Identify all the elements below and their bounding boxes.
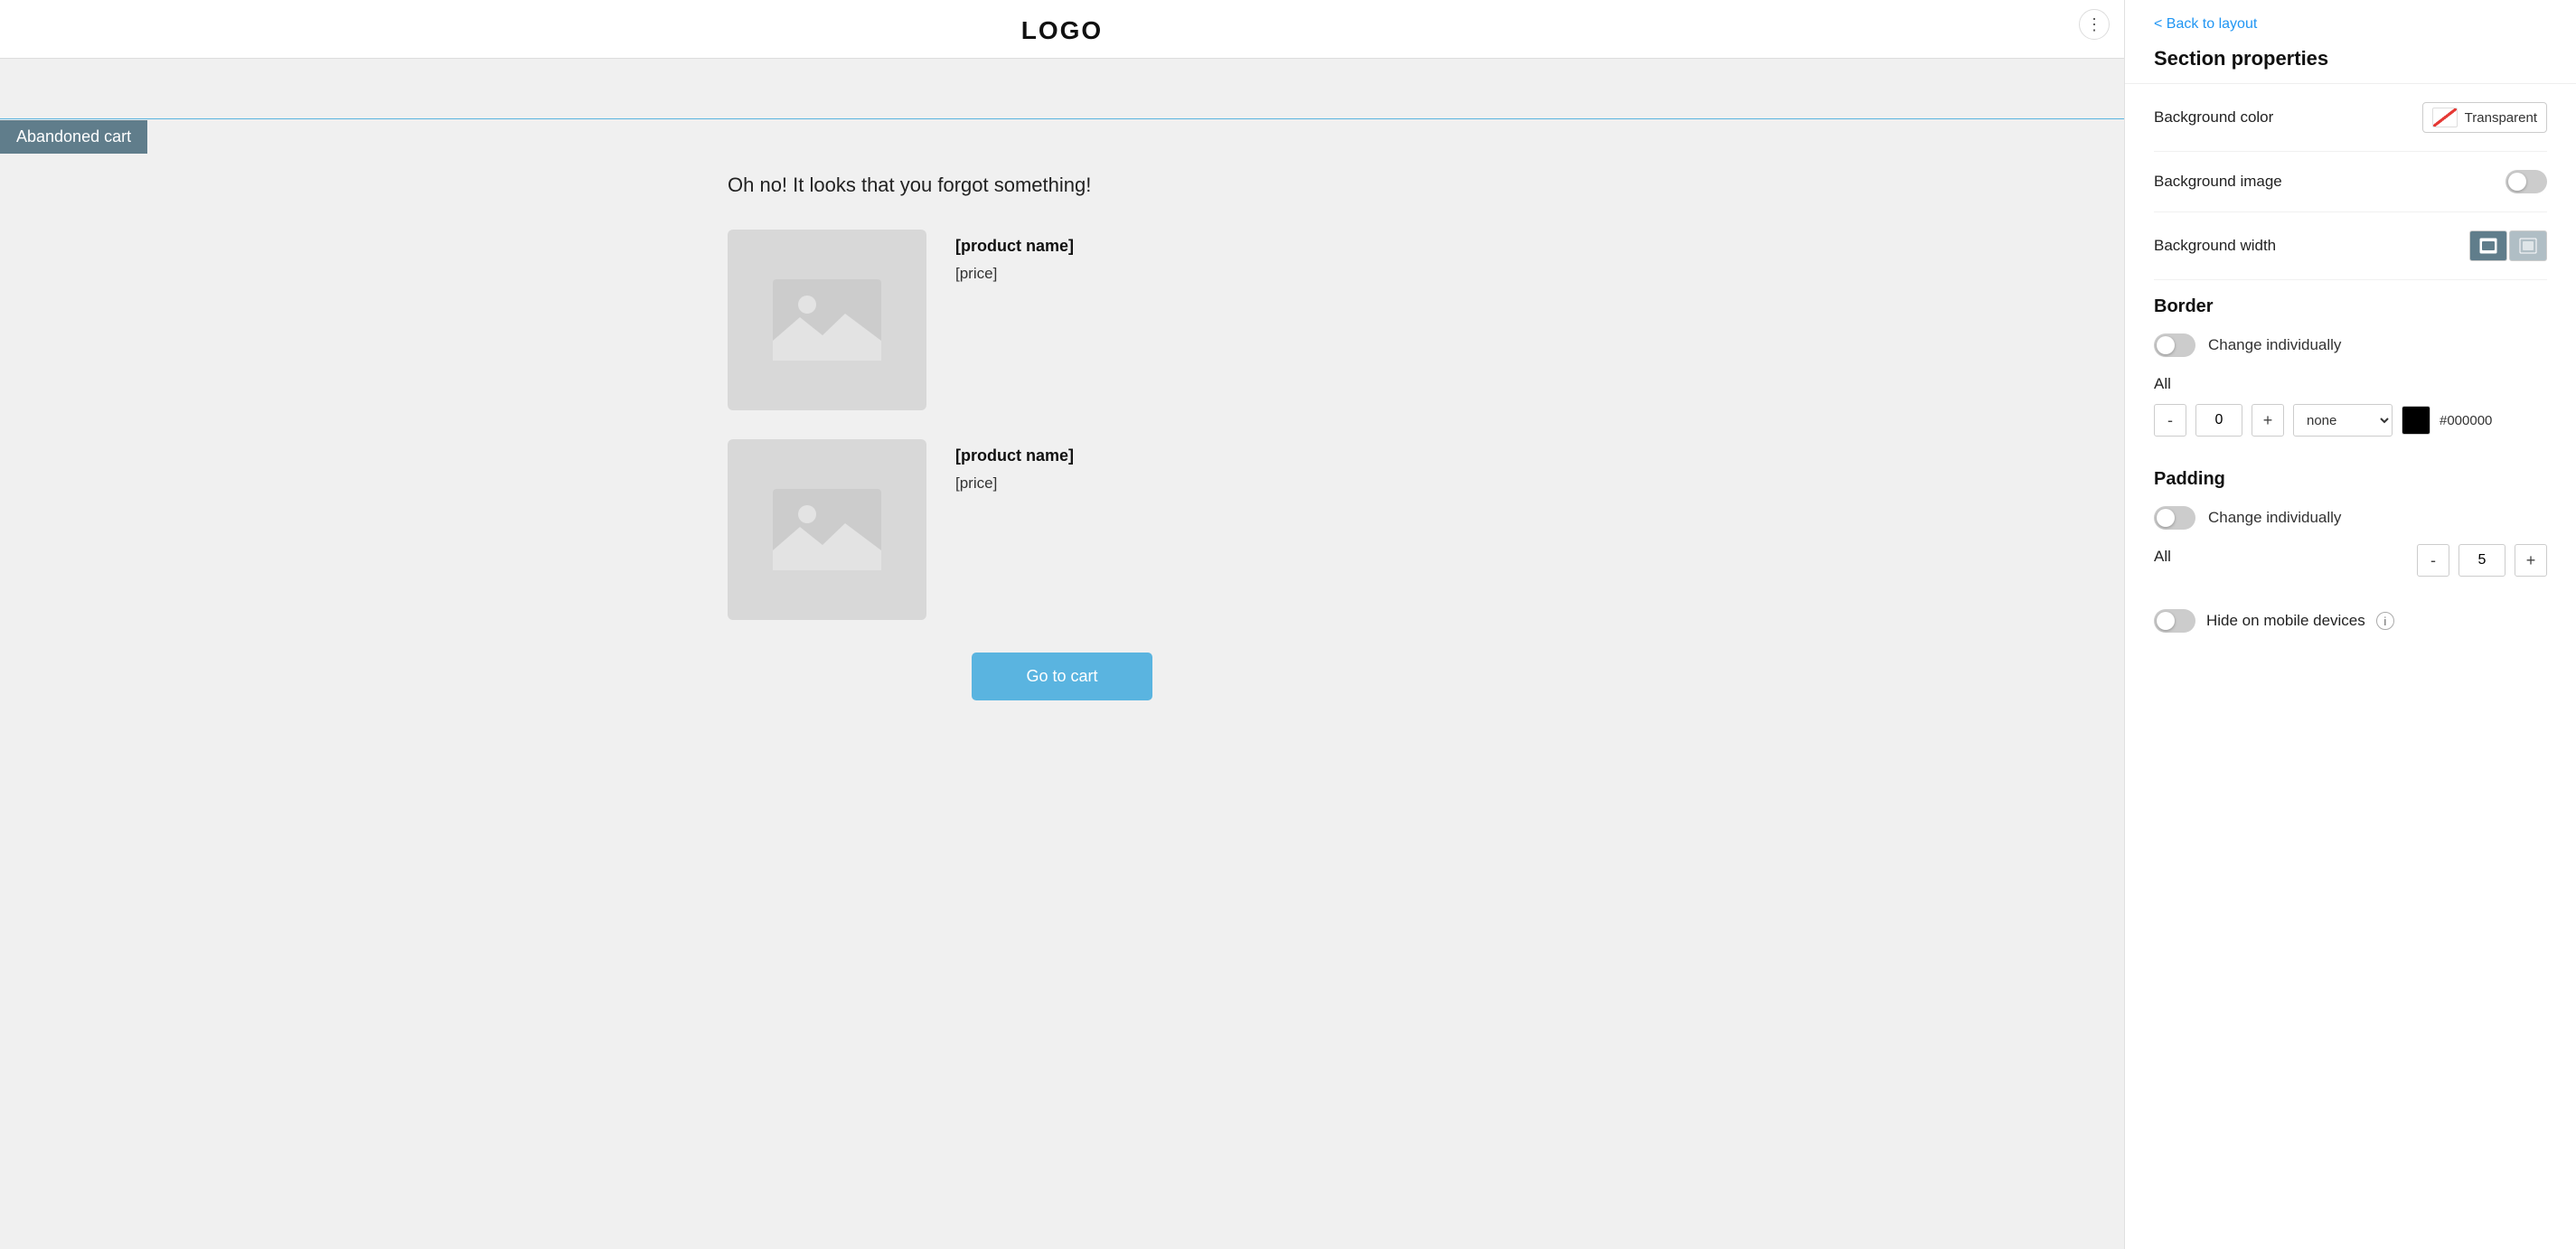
properties-panel: < Back to layout Section properties Back… [2124, 0, 2576, 1249]
hide-mobile-label: Hide on mobile devices [2206, 612, 2365, 630]
padding-section-title: Padding [2154, 453, 2547, 497]
logo-text: LOGO [1021, 16, 1103, 44]
section-properties-title: Section properties [2154, 47, 2547, 70]
product-name-1: [product name] [955, 237, 1074, 256]
background-width-control [2469, 230, 2547, 261]
padding-increment-button[interactable]: + [2515, 544, 2547, 577]
back-to-layout-link[interactable]: < Back to layout [2154, 16, 2257, 33]
more-options-icon[interactable]: ⋮ [2079, 9, 2110, 40]
product-image-2 [728, 439, 926, 620]
background-image-control[interactable] [2505, 170, 2547, 193]
background-color-label: Background color [2154, 108, 2273, 127]
padding-change-individually-toggle[interactable] [2154, 506, 2195, 530]
background-width-row: Background width [2154, 212, 2547, 280]
width-contained-button[interactable] [2509, 230, 2547, 261]
border-change-individually-label: Change individually [2208, 336, 2341, 354]
border-change-individually-toggle[interactable] [2154, 333, 2195, 357]
border-change-individually-row: Change individually [2154, 324, 2547, 371]
background-color-row: Background color Transparent [2154, 84, 2547, 152]
preview-content: Oh no! It looks that you forgot somethin… [655, 119, 1469, 755]
background-color-value: Transparent [2465, 110, 2537, 126]
border-decrement-button[interactable]: - [2154, 404, 2186, 437]
hide-mobile-row: Hide on mobile devices i [2154, 593, 2547, 649]
product-row-1: [product name] [price] [728, 230, 1396, 410]
width-btn-group [2469, 230, 2547, 261]
background-color-swatch[interactable]: Transparent [2422, 102, 2547, 133]
product-row-2: [product name] [price] [728, 439, 1396, 620]
background-image-label: Background image [2154, 173, 2282, 191]
background-image-toggle[interactable] [2505, 170, 2547, 193]
background-width-label: Background width [2154, 237, 2276, 255]
abandoned-cart-tab[interactable]: Abandoned cart [0, 120, 147, 154]
border-controls: - + none solid dashed dotted #000000 [2154, 404, 2547, 437]
border-all-label: All [2154, 375, 2547, 393]
panel-header: < Back to layout Section properties [2125, 0, 2576, 84]
product-info-1: [product name] [price] [955, 230, 1074, 283]
transparent-swatch-icon [2432, 108, 2458, 127]
headline-text: Oh no! It looks that you forgot somethin… [728, 174, 1396, 197]
padding-all-label: All [2154, 548, 2171, 566]
preview-header: LOGO [0, 0, 2124, 59]
padding-decrement-button[interactable]: - [2417, 544, 2449, 577]
panel-body: Background color Transparent Background … [2125, 84, 2576, 649]
go-to-cart-button[interactable]: Go to cart [972, 653, 1152, 700]
hide-mobile-info-icon[interactable]: i [2376, 612, 2394, 630]
background-image-row: Background image [2154, 152, 2547, 212]
background-color-control[interactable]: Transparent [2422, 102, 2547, 133]
hide-mobile-toggle[interactable] [2154, 609, 2195, 633]
product-price-1: [price] [955, 265, 1074, 283]
padding-value-input[interactable] [2458, 544, 2505, 577]
width-full-button[interactable] [2469, 230, 2507, 261]
border-color-swatch[interactable] [2402, 406, 2430, 435]
border-increment-button[interactable]: + [2252, 404, 2284, 437]
product-image-1 [728, 230, 926, 410]
product-info-2: [product name] [price] [955, 439, 1074, 493]
border-section-title: Border [2154, 280, 2547, 324]
padding-change-individually-row: Change individually [2154, 497, 2547, 544]
product-price-2: [price] [955, 474, 1074, 493]
product-name-2: [product name] [955, 446, 1074, 465]
border-value-input[interactable] [2195, 404, 2242, 437]
border-color-hex: #000000 [2440, 413, 2492, 428]
padding-controls: All - + [2154, 544, 2547, 577]
border-style-select[interactable]: none solid dashed dotted [2293, 404, 2393, 437]
padding-change-individually-label: Change individually [2208, 509, 2341, 527]
